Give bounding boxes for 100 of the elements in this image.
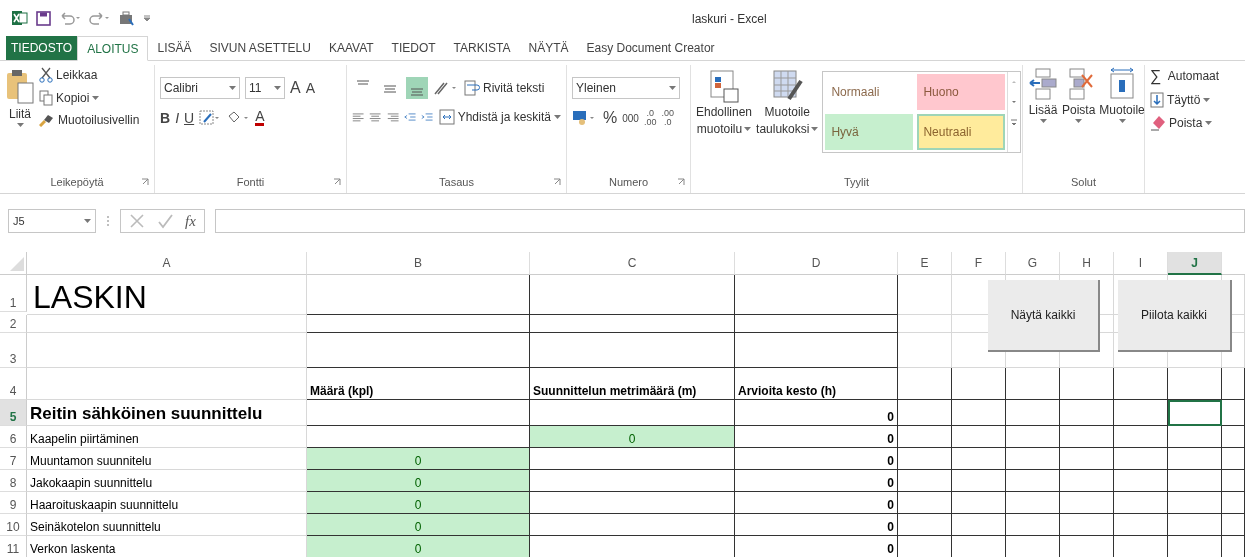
row-header[interactable]: 6: [0, 426, 27, 448]
insert-function-button[interactable]: fx: [185, 212, 196, 230]
dialog-launcher-icon[interactable]: [553, 178, 561, 186]
table-cell: [1006, 470, 1060, 492]
formula-input[interactable]: [214, 209, 1245, 233]
ribbon-tab[interactable]: SIVUN ASETTELU: [200, 36, 320, 60]
thousands-button[interactable]: 000: [622, 112, 639, 124]
font-name-dropdown[interactable]: Calibri: [160, 77, 240, 99]
row-header[interactable]: 9: [0, 492, 27, 514]
name-box[interactable]: J5: [8, 209, 96, 233]
column-header[interactable]: B: [307, 252, 530, 275]
column-header[interactable]: C: [530, 252, 735, 275]
sheet-button[interactable]: Piilota kaikki: [1118, 280, 1232, 352]
ribbon-tab[interactable]: TARKISTA: [444, 36, 520, 60]
group-label: Tyylit: [843, 176, 870, 188]
column-header[interactable]: J: [1168, 252, 1222, 275]
italic-button[interactable]: I: [175, 109, 179, 126]
row-header[interactable]: 2: [0, 315, 27, 333]
customize-caret-icon[interactable]: [143, 14, 151, 22]
sheet-button[interactable]: Näytä kaikki: [988, 280, 1100, 352]
table-cell: [952, 368, 1006, 400]
table-cell: Kaapelin piirtäminen: [27, 426, 307, 448]
ribbon-tab[interactable]: TIEDOSTO: [6, 36, 78, 60]
autosum-button[interactable]: ∑ Automaat: [1150, 67, 1240, 85]
insert-cells-icon: [1028, 67, 1058, 101]
wrap-text-button[interactable]: Rivitä teksti: [464, 80, 545, 96]
row-header[interactable]: 1: [0, 275, 27, 312]
decrease-decimal-button[interactable]: .00 .0: [661, 109, 674, 127]
column-header[interactable]: E: [898, 252, 952, 275]
table-cell: LASKIN: [27, 275, 307, 315]
copy-button[interactable]: Kopioi: [39, 90, 140, 106]
merge-center-button[interactable]: Yhdistä ja keskitä: [438, 109, 562, 125]
dialog-launcher-icon[interactable]: [677, 178, 685, 186]
fill-button[interactable]: Täyttö: [1150, 92, 1240, 108]
undo-icon[interactable]: [59, 11, 81, 25]
row-header[interactable]: 5: [0, 400, 27, 426]
toolbox-icon[interactable]: [119, 10, 135, 26]
ribbon-tab[interactable]: TIEDOT: [382, 36, 445, 60]
underline-button[interactable]: U: [184, 109, 195, 126]
format-painter-button[interactable]: Muotoilusivellin: [39, 113, 140, 127]
table-cell: 0: [307, 536, 530, 557]
save-icon[interactable]: [36, 10, 51, 26]
shrink-font-button[interactable]: A: [305, 80, 315, 96]
conditional-formatting-button[interactable]: Ehdollinen muotoilu: [696, 65, 753, 171]
row-header[interactable]: 3: [0, 333, 27, 368]
font-size-dropdown[interactable]: 11: [245, 77, 285, 99]
cell-style-option[interactable]: Neutraali: [917, 114, 1006, 150]
format-cells-button[interactable]: Muotoile: [1099, 65, 1145, 171]
redo-icon[interactable]: [89, 11, 111, 25]
insert-cells-button[interactable]: Lisää: [1028, 65, 1058, 171]
column-header[interactable]: H: [1060, 252, 1114, 275]
cell-style-option[interactable]: Huono: [917, 74, 1006, 110]
paste-button[interactable]: Liitä: [5, 65, 35, 171]
table-cell: [1168, 368, 1222, 400]
column-header[interactable]: A: [27, 252, 307, 275]
check-icon[interactable]: [157, 213, 173, 229]
table-cell: [1006, 492, 1060, 514]
grow-font-button[interactable]: A: [290, 79, 301, 97]
table-cell: [1060, 368, 1114, 400]
caret-icon: [1205, 121, 1213, 125]
ribbon-tab[interactable]: ALOITUS: [77, 36, 149, 61]
clear-button[interactable]: Poista: [1150, 115, 1240, 131]
column-header[interactable]: G: [1006, 252, 1060, 275]
cancel-icon[interactable]: [129, 213, 145, 229]
dialog-launcher-icon[interactable]: [141, 178, 149, 186]
group-label: Fontti: [236, 176, 265, 188]
align-icon[interactable]: [406, 77, 428, 99]
cell-style-option[interactable]: Hyvä: [825, 114, 914, 150]
row-header[interactable]: 8: [0, 470, 27, 492]
font-color-button[interactable]: A: [255, 109, 265, 126]
dialog-launcher-icon[interactable]: [333, 178, 341, 186]
table-cell: [1168, 470, 1222, 492]
increase-decimal-button[interactable]: .0 .00: [643, 109, 657, 127]
delete-cells-button[interactable]: Poista: [1062, 65, 1096, 171]
caret-icon: [84, 219, 91, 223]
row-header[interactable]: 10: [0, 514, 27, 536]
ribbon-tab[interactable]: LISÄÄ: [148, 36, 201, 60]
column-header[interactable]: D: [735, 252, 898, 275]
table-cell: 0: [735, 514, 898, 536]
cut-button[interactable]: Leikkaa: [39, 67, 140, 83]
table-cell: [898, 448, 952, 470]
format-as-table-button[interactable]: Muotoile taulukoksi: [756, 65, 819, 171]
table-cell: [1114, 400, 1168, 426]
active-cell[interactable]: [1168, 400, 1222, 426]
ribbon-tab[interactable]: NÄYTÄ: [519, 36, 578, 60]
row-header[interactable]: 11: [0, 536, 27, 557]
column-header[interactable]: F: [952, 252, 1006, 275]
ribbon-tab[interactable]: KAAVAT: [319, 36, 383, 60]
table-cell: [898, 400, 952, 426]
borders-icon[interactable]: [199, 109, 222, 126]
ribbon-tab[interactable]: Easy Document Creator: [577, 36, 724, 60]
table-cell: 0: [307, 492, 530, 514]
table-cell: [1222, 470, 1245, 492]
caret-icon: [16, 123, 24, 127]
bold-button[interactable]: B: [160, 109, 171, 126]
row-header[interactable]: 7: [0, 448, 27, 470]
table-cell: [898, 368, 952, 400]
number-format-dropdown[interactable]: Yleinen: [572, 77, 680, 99]
orientation-icon[interactable]: [433, 80, 459, 96]
percent-button[interactable]: %: [603, 109, 618, 127]
